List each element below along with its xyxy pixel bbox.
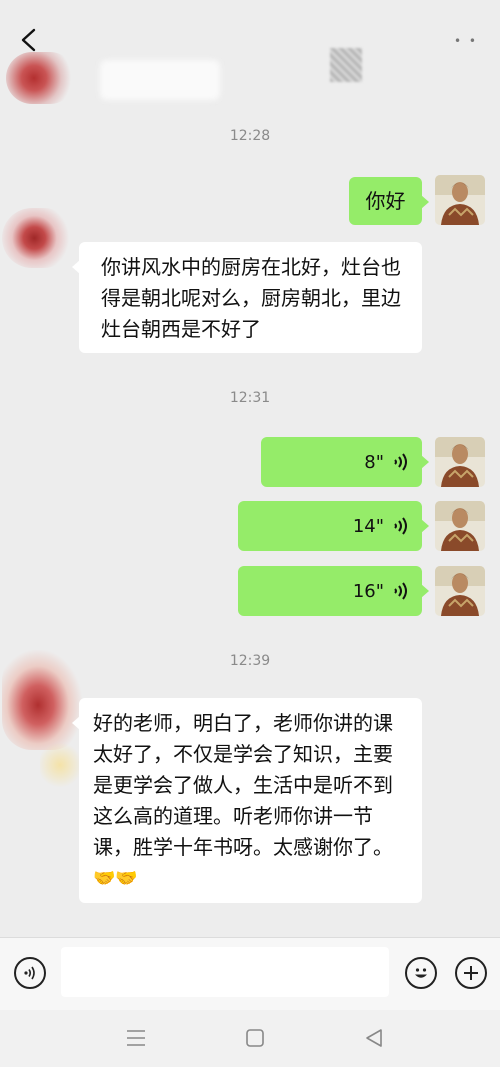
person-photo-icon [435,437,485,487]
voice-icon [24,966,35,980]
message-line: 这么高的道理。听老师你讲一节 [93,804,373,828]
chat-screen: • • 12:28 你好 你讲风水中的厨房在北好，灶台也 得是朝北呢对么，厨房朝… [0,0,500,1067]
message-line: 得是朝北呢对么，厨房朝北，里边 [101,286,401,310]
emoji-button[interactable] [405,957,437,989]
message-line: 你讲风水中的厨房在北好，灶台也 [101,255,401,279]
voice-duration: 16" [352,580,384,602]
voice-duration: 8" [364,451,384,473]
nav-menu-button[interactable] [124,1026,148,1050]
person-photo-icon [435,566,485,616]
user-avatar[interactable] [435,437,485,487]
chat-header: • • [0,0,500,110]
message-input[interactable] [61,947,389,997]
triangle-back-icon [366,1029,382,1047]
bubble-tail [72,260,80,274]
outgoing-message[interactable]: 你好 [349,177,429,225]
user-avatar[interactable] [435,501,485,551]
more-functions-button[interactable] [455,957,487,989]
voice-wave-icon [394,517,407,535]
user-avatar[interactable] [435,566,485,616]
menu-icon [127,1030,145,1046]
contact-avatar-blurred [6,52,76,104]
bubble-tail [421,584,429,598]
message-text: 你好 [365,189,406,213]
voice-message[interactable]: 8" [261,437,429,487]
incoming-message[interactable]: 你讲风水中的厨房在北好，灶台也 得是朝北呢对么，厨房朝北，里边 灶台朝西是不好了 [72,242,422,353]
smiley-icon [415,968,427,978]
voice-message[interactable]: 16" [238,566,429,616]
nav-home-button[interactable] [243,1026,267,1050]
voice-input-button[interactable] [14,957,46,989]
timestamp: 12:28 [229,128,271,144]
voice-duration: 14" [352,515,384,537]
bubble-tail [421,455,429,469]
message-line: 课，胜学十年书呀。太感谢你了。 [93,835,393,859]
bubble-tail [72,716,80,730]
system-navigation-bar [0,1010,500,1067]
message-line: 是更学会了做人，生活中是听不到 [93,773,393,797]
nav-back-button[interactable] [362,1026,386,1050]
plus-icon [464,966,478,980]
more-options-button[interactable]: • • [454,34,478,48]
bubble-tail [421,519,429,533]
voice-wave-icon [394,453,407,471]
voice-wave-icon [394,582,407,600]
voice-message[interactable]: 14" [238,501,429,551]
message-line: 好的老师，明白了，老师你讲的课 [93,711,393,735]
message-line: 太好了，不仅是学会了知识，主要 [93,742,393,766]
bubble-tail [421,195,429,209]
blur-smudge [40,740,80,790]
message-line: 灶台朝西是不好了 [101,317,261,341]
contact-name-blurred [100,60,220,100]
contact-avatar-blurred[interactable] [2,650,82,750]
person-photo-icon [435,501,485,551]
user-avatar[interactable] [435,175,485,225]
redaction-block [330,48,362,82]
handshake-emoji: 🤝🤝 [93,868,138,889]
contact-avatar-blurred[interactable] [2,208,74,268]
input-bar [0,937,500,1011]
incoming-message[interactable]: 好的老师，明白了，老师你讲的课 太好了，不仅是学会了知识，主要 是更学会了做人，… [72,698,422,903]
timestamp: 12:31 [229,390,271,406]
person-photo-icon [435,175,485,225]
square-icon [246,1029,264,1047]
